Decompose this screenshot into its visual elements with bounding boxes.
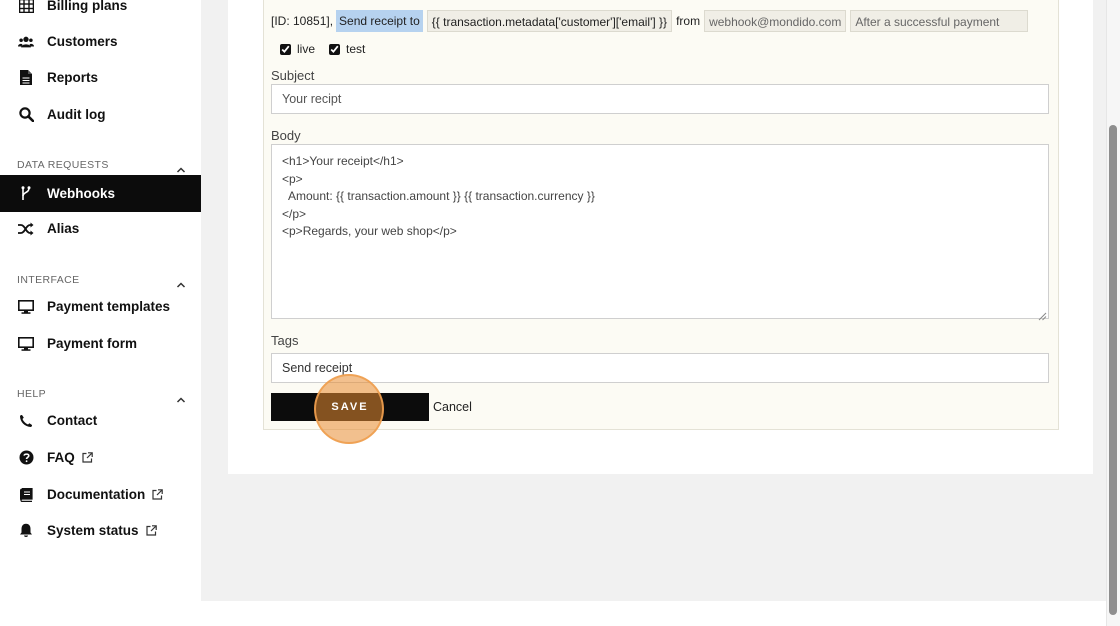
cancel-link[interactable]: Cancel: [433, 400, 472, 414]
from-label: from: [676, 14, 701, 28]
search-icon: [18, 107, 34, 123]
footer-strip: [201, 601, 1106, 626]
sidebar-item-reports[interactable]: Reports: [0, 59, 201, 96]
sidebar-item-label: Alias: [47, 221, 80, 236]
chevron-up-icon[interactable]: [176, 162, 186, 173]
sidebar-item-contact[interactable]: Contact: [0, 402, 201, 439]
file-icon: [18, 70, 34, 86]
sidebar-item-label: Webhooks: [47, 186, 116, 201]
chevron-up-icon[interactable]: [176, 392, 186, 403]
test-checkbox-label[interactable]: test: [329, 42, 365, 56]
save-button[interactable]: [271, 393, 429, 421]
sidebar-item-audit-log[interactable]: Audit log: [0, 96, 201, 133]
test-checkbox[interactable]: [329, 43, 341, 55]
sidebar-item-system-status[interactable]: System status: [0, 512, 201, 549]
sidebar-item-label: System status: [47, 523, 157, 539]
live-checkbox[interactable]: [280, 43, 291, 55]
sidebar: Billing plans Customers Reports Audit lo…: [0, 0, 201, 626]
environment-checkboxes: live test: [280, 42, 379, 56]
sidebar-item-payment-form[interactable]: Payment form: [0, 325, 201, 362]
section-title-help: HELP: [17, 388, 47, 400]
sidebar-item-alias[interactable]: Alias: [0, 210, 201, 247]
monitor-icon: [18, 336, 34, 352]
sidebar-item-label: Payment form: [47, 336, 138, 351]
scrollbar-thumb[interactable]: [1109, 125, 1117, 615]
sidebar-item-label: Payment templates: [47, 299, 171, 314]
resize-handle-icon[interactable]: [1038, 308, 1047, 321]
external-link-icon: [145, 524, 157, 539]
sidebar-item-label: Documentation: [47, 487, 164, 503]
branch-icon: [18, 186, 34, 202]
subject-input[interactable]: Your recipt: [271, 84, 1049, 114]
sidebar-item-label: FAQ: [47, 450, 93, 466]
question-icon: [18, 450, 34, 466]
section-title-interface: INTERFACE: [17, 274, 80, 286]
sidebar-item-label: Reports: [47, 70, 99, 85]
sidebar-item-customers[interactable]: Customers: [0, 23, 201, 60]
recipient-field[interactable]: {{ transaction.metadata['customer']['ema…: [426, 10, 673, 32]
chevron-up-icon[interactable]: [176, 277, 186, 288]
sidebar-item-faq[interactable]: FAQ: [0, 439, 201, 476]
sidebar-item-payment-templates[interactable]: Payment templates: [0, 288, 201, 325]
webhook-id: [ID: 10851],: [271, 14, 334, 28]
shuffle-icon: [18, 221, 34, 237]
webhook-action: Send receipt to: [336, 10, 423, 32]
body-label: Body: [271, 128, 301, 143]
sender-field[interactable]: webhook@mondido.com: [704, 10, 847, 32]
live-checkbox-label[interactable]: live: [280, 42, 315, 56]
bell-icon: [18, 523, 34, 539]
tags-input[interactable]: Send receipt: [271, 353, 1049, 383]
sidebar-item-label: Contact: [47, 413, 98, 428]
sidebar-item-label: Audit log: [47, 107, 106, 122]
sidebar-item-documentation[interactable]: Documentation: [0, 476, 201, 513]
external-link-icon: [152, 488, 164, 503]
webhook-summary-row: [ID: 10851], Send receipt to {{ transact…: [271, 10, 1029, 32]
users-icon: [18, 34, 34, 50]
sidebar-item-label: Customers: [47, 34, 118, 49]
table-icon: [18, 0, 34, 14]
book-icon: [18, 487, 34, 503]
phone-icon: [18, 413, 34, 429]
body-textarea[interactable]: <h1>Your receipt</h1> <p> Amount: {{ tra…: [271, 144, 1049, 319]
sidebar-item-label: Billing plans: [47, 0, 128, 13]
subject-label: Subject: [271, 68, 315, 83]
monitor-icon: [18, 299, 34, 315]
sidebar-item-webhooks[interactable]: Webhooks: [0, 175, 201, 212]
section-title-data-requests: DATA REQUESTS: [17, 159, 109, 171]
sidebar-item-billing-plans[interactable]: Billing plans: [0, 0, 201, 24]
tags-label: Tags: [271, 333, 299, 348]
external-link-icon: [82, 451, 93, 466]
trigger-select[interactable]: After a successful payment: [850, 10, 1029, 32]
